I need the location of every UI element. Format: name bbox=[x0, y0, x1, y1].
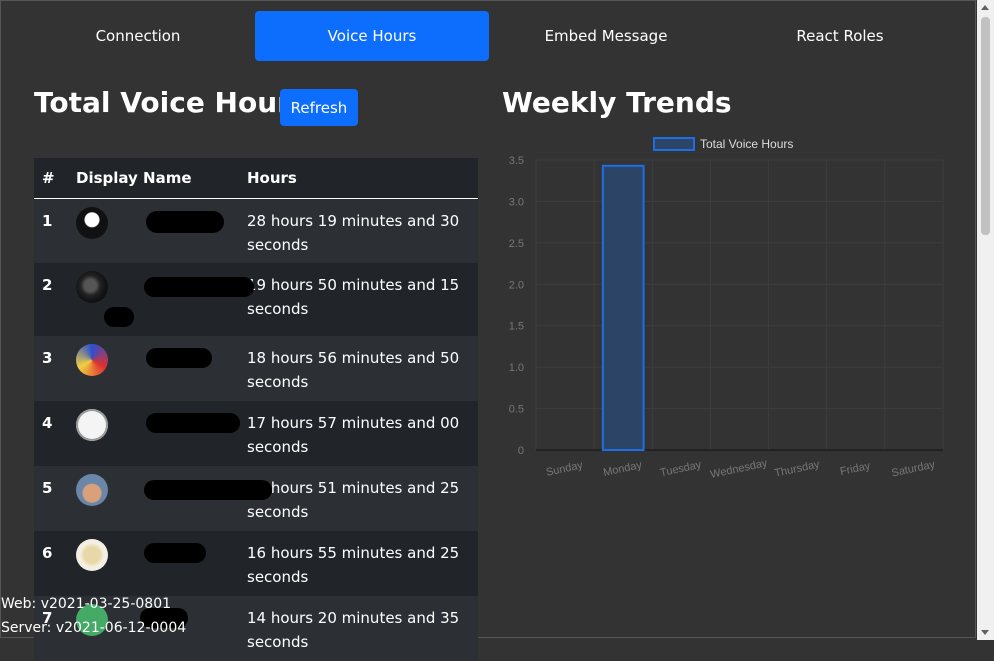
refresh-button[interactable]: Refresh bbox=[280, 89, 358, 126]
avatar bbox=[76, 474, 108, 506]
col-display-name-header: Display Name bbox=[76, 168, 192, 187]
redacted-name bbox=[146, 210, 224, 233]
hours-cell: 18 hours 56 minutes and 50 seconds bbox=[247, 349, 460, 391]
rank-cell: 4 bbox=[42, 414, 53, 432]
redacted-name bbox=[144, 480, 272, 500]
hours-cell: 16 hours 55 minutes and 25 seconds bbox=[247, 544, 460, 586]
chart-legend: Total Voice Hours bbox=[653, 137, 793, 151]
table-row: 5 17 hours 51 minutes and 25 seconds bbox=[34, 466, 478, 531]
x-tick-label: Wednesday bbox=[709, 457, 769, 481]
hours-cell: 19 hours 50 minutes and 15 seconds bbox=[247, 276, 460, 318]
redacted-name bbox=[144, 277, 254, 297]
display-name-cell bbox=[68, 263, 254, 336]
table-row: 1 28 hours 19 minutes and 30 seconds bbox=[34, 198, 478, 263]
avatar bbox=[76, 206, 108, 239]
hours-cell: 28 hours 19 minutes and 30 seconds bbox=[247, 211, 460, 254]
y-tick-label: 3.5 bbox=[509, 155, 524, 167]
table-row: 4 17 hours 57 minutes and 00 seconds bbox=[34, 401, 478, 466]
redacted-name bbox=[104, 307, 134, 327]
y-tick-label: 3.0 bbox=[509, 196, 524, 208]
redacted-name bbox=[146, 348, 212, 368]
rank-cell: 3 bbox=[42, 349, 53, 367]
redacted-name bbox=[146, 413, 240, 433]
scroll-up-icon[interactable] bbox=[981, 5, 989, 10]
display-name-cell bbox=[68, 401, 240, 466]
x-tick-label: Tuesday bbox=[659, 459, 703, 480]
scroll-thumb[interactable] bbox=[981, 17, 990, 235]
hours-cell: 17 hours 57 minutes and 00 seconds bbox=[247, 414, 460, 456]
tab-bar: Connection Voice Hours Embed Message Rea… bbox=[21, 11, 957, 61]
rank-cell: 5 bbox=[42, 479, 53, 497]
weekly-trends-chart: Total Voice Hours 0 0.5 1.0 1.5 2.0 2.5 3.0 3.5… bbox=[509, 137, 944, 481]
display-name-cell bbox=[68, 531, 239, 596]
x-axis: Sunday Monday Tuesday Wednesday Thursday Frid… bbox=[545, 457, 937, 481]
hours-cell: 14 hours 20 minutes and 35 seconds bbox=[247, 609, 460, 651]
vertical-scrollbar[interactable] bbox=[977, 0, 994, 640]
weekly-trends-title: Weekly Trends bbox=[502, 86, 732, 119]
table-row: 2 19 hours 50 minutes and 15 seconds bbox=[34, 263, 478, 336]
redacted-name bbox=[144, 543, 206, 563]
server-version: Server: v2021-06-12-0004 bbox=[1, 620, 187, 636]
avatar bbox=[76, 344, 108, 376]
tab-connection[interactable]: Connection bbox=[21, 11, 255, 61]
display-name-cell bbox=[68, 198, 239, 263]
rank-cell: 1 bbox=[42, 211, 53, 230]
y-tick-label: 1.5 bbox=[509, 321, 524, 333]
legend-label: Total Voice Hours bbox=[700, 137, 793, 151]
tab-embed-message[interactable]: Embed Message bbox=[489, 11, 723, 61]
table-header-row: # Display Name Hours bbox=[34, 158, 478, 198]
legend-swatch bbox=[653, 137, 695, 151]
bar-monday bbox=[601, 164, 645, 452]
x-tick-label: Sunday bbox=[545, 459, 584, 479]
table-row: 3 18 hours 56 minutes and 50 seconds bbox=[34, 336, 478, 401]
chart-bars bbox=[601, 164, 645, 452]
avatar bbox=[76, 539, 108, 571]
avatar bbox=[76, 271, 108, 303]
web-version: Web: v2021-03-25-0801 bbox=[1, 596, 172, 612]
hours-cell: 17 hours 51 minutes and 25 seconds bbox=[247, 479, 460, 521]
y-tick-label: 2.0 bbox=[509, 279, 524, 291]
display-name-cell bbox=[68, 466, 272, 531]
rank-cell: 2 bbox=[42, 276, 53, 294]
x-tick-label: Friday bbox=[839, 460, 872, 478]
y-tick-label: 1.0 bbox=[509, 362, 524, 374]
voice-hours-table: # Display Name Hours 1 28 hours 19 minut… bbox=[34, 158, 478, 661]
voice-hours-title: Total Voice Hours bbox=[34, 86, 308, 119]
scroll-down-icon[interactable] bbox=[981, 630, 989, 635]
y-axis: 0 0.5 1.0 1.5 2.0 2.5 3.0 3.5 bbox=[509, 155, 524, 457]
col-hours-header: Hours bbox=[247, 168, 297, 187]
x-tick-label: Saturday bbox=[891, 459, 937, 480]
y-tick-label: 2.5 bbox=[509, 238, 524, 250]
rank-cell: 6 bbox=[42, 544, 53, 562]
tab-react-roles[interactable]: React Roles bbox=[723, 11, 957, 61]
x-tick-label: Monday bbox=[602, 459, 643, 479]
display-name-cell bbox=[68, 336, 239, 401]
chart-grid bbox=[535, 159, 944, 451]
y-tick-label: 0 bbox=[518, 445, 524, 457]
y-tick-label: 0.5 bbox=[509, 404, 524, 416]
avatar bbox=[76, 409, 108, 441]
col-rank-header: # bbox=[42, 168, 55, 187]
tab-voice-hours[interactable]: Voice Hours bbox=[255, 11, 489, 61]
table-row: 6 16 hours 55 minutes and 25 seconds bbox=[34, 531, 478, 596]
x-tick-label: Thursday bbox=[773, 458, 821, 479]
